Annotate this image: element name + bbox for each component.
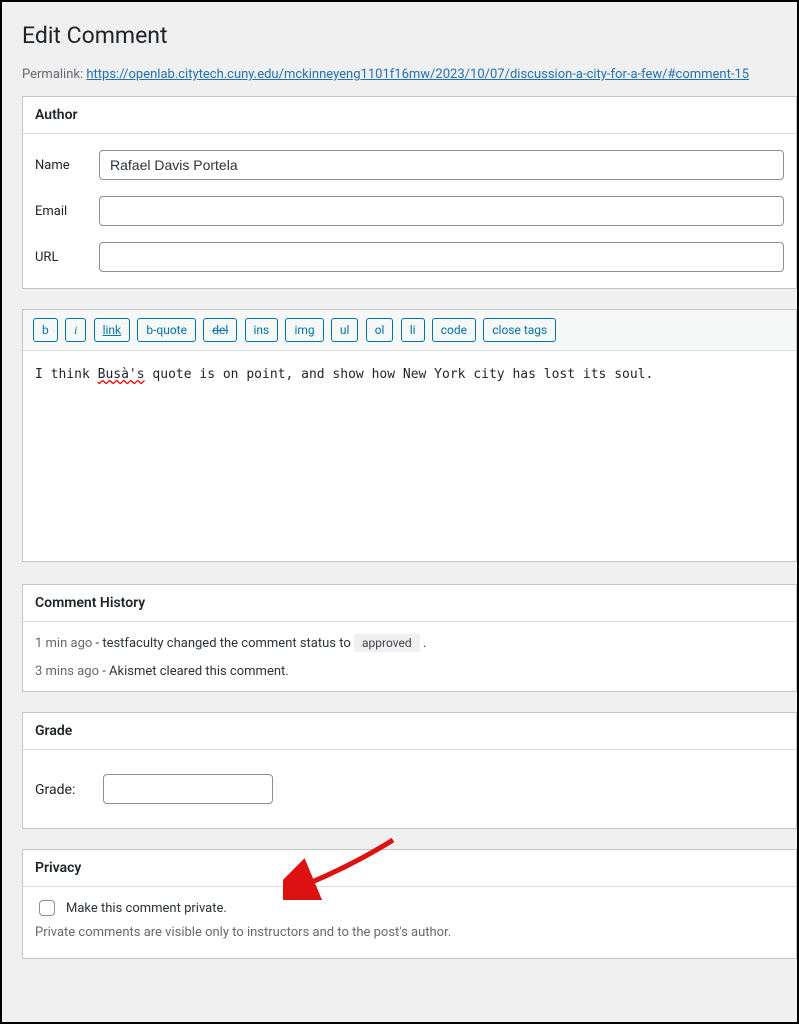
edit-comment-screen: Edit Comment Permalink: https://openlab.… <box>0 0 799 1024</box>
author-panel-title: Author <box>23 97 796 134</box>
qt-ol-button[interactable]: ol <box>366 318 394 342</box>
privacy-checkbox-row: Make this comment private. <box>35 897 784 919</box>
privacy-checkbox-label: Make this comment private. <box>66 901 227 916</box>
author-name-row: Name <box>23 134 796 196</box>
author-name-input[interactable] <box>99 150 784 180</box>
author-url-label: URL <box>35 250 99 265</box>
grade-panel-title: Grade <box>23 713 796 750</box>
privacy-panel-title: Privacy <box>23 850 796 887</box>
qt-italic-button[interactable]: i <box>65 318 86 342</box>
history-item: 1 min ago - testfaculty changed the comm… <box>23 622 796 664</box>
editor-text-suffix: quote is on point, and show how New York… <box>145 367 654 382</box>
qt-bold-button[interactable]: b <box>33 318 58 342</box>
permalink-label: Permalink: <box>22 67 83 82</box>
author-email-row: Email <box>23 196 796 242</box>
history-text: - Akismet cleared this comment. <box>99 664 289 679</box>
qt-ul-button[interactable]: ul <box>331 318 359 342</box>
history-panel-title: Comment History <box>23 585 796 622</box>
history-text-after: . <box>420 636 427 651</box>
underline-icon: link <box>103 323 122 337</box>
page-title: Edit Comment <box>22 22 797 49</box>
editor-text-prefix: I think <box>35 367 98 382</box>
qt-img-button[interactable]: img <box>285 318 323 342</box>
author-email-input[interactable] <box>99 196 784 226</box>
history-text: - testfaculty changed the comment status… <box>92 636 354 651</box>
author-url-row: URL <box>23 242 796 288</box>
comment-textarea[interactable]: I think Busà's quote is on point, and sh… <box>23 351 796 561</box>
history-item: 3 mins ago - Akismet cleared this commen… <box>23 664 796 691</box>
privacy-help-text: Private comments are visible only to ins… <box>35 925 784 940</box>
qt-li-button[interactable]: li <box>401 318 425 342</box>
history-time: 3 mins ago <box>35 664 99 679</box>
history-time: 1 min ago <box>35 636 92 651</box>
author-panel: Author Name Email URL <box>22 96 797 289</box>
permalink-link[interactable]: https://openlab.citytech.cuny.edu/mckinn… <box>86 67 749 82</box>
italic-icon: i <box>74 323 77 337</box>
grade-panel: Grade Grade: <box>22 712 797 829</box>
grade-label: Grade: <box>35 782 75 798</box>
qt-bquote-button[interactable]: b-quote <box>137 318 196 342</box>
comment-editor-panel: b i link b-quote del ins img ul ol li co… <box>22 309 797 562</box>
permalink-row: Permalink: https://openlab.citytech.cuny… <box>22 67 797 82</box>
status-badge: approved <box>354 634 420 652</box>
history-panel: Comment History 1 min ago - testfaculty … <box>22 584 797 692</box>
qt-ins-button[interactable]: ins <box>245 318 279 342</box>
qt-close-button[interactable]: close tags <box>483 318 556 342</box>
author-url-input[interactable] <box>99 242 784 272</box>
grade-input[interactable] <box>103 774 273 804</box>
qt-del-button[interactable]: del <box>203 318 237 342</box>
privacy-panel: Privacy Make this comment private. Priva… <box>22 849 797 959</box>
spellcheck-error: Busà's <box>98 367 145 382</box>
strikethrough-icon: del <box>212 323 228 337</box>
author-name-label: Name <box>35 158 99 173</box>
privacy-body: Make this comment private. Private comme… <box>23 887 796 958</box>
qt-link-button[interactable]: link <box>94 318 131 342</box>
qt-code-button[interactable]: code <box>432 318 476 342</box>
author-email-label: Email <box>35 204 99 219</box>
privacy-checkbox[interactable] <box>39 900 55 916</box>
quicktags-toolbar: b i link b-quote del ins img ul ol li co… <box>23 310 796 351</box>
grade-body: Grade: <box>23 750 796 828</box>
